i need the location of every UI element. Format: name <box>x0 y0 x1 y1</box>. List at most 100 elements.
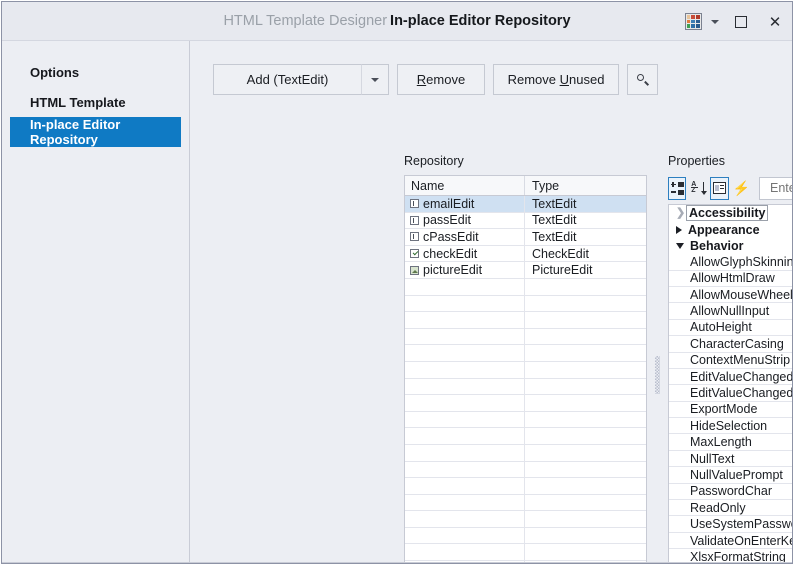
sidebar-item-in-place-editor-repository[interactable]: In-place Editor Repository <box>10 117 181 147</box>
close-icon: ✕ <box>768 13 782 31</box>
property-row[interactable]: EditValueChangedDelay0 <box>669 369 792 386</box>
categorized-sort-icon <box>670 181 684 195</box>
splitter-grip-icon <box>655 355 660 394</box>
events-button[interactable]: ⚡ <box>732 177 751 200</box>
table-row-empty[interactable] <box>405 411 646 429</box>
cell-type <box>525 462 646 478</box>
color-palette-grid-icon <box>684 13 702 30</box>
property-row[interactable]: AutoHeightFalse <box>669 320 792 337</box>
table-row-empty[interactable] <box>405 328 646 346</box>
table-row-empty[interactable] <box>405 345 646 362</box>
table-row-empty[interactable] <box>405 295 646 313</box>
table-row-empty[interactable] <box>405 428 646 445</box>
table-row[interactable]: emailEdit TextEdit <box>405 196 646 213</box>
table-row-empty[interactable] <box>405 494 646 512</box>
table-row[interactable]: checkEdit CheckEdit <box>405 245 646 263</box>
cell-type <box>525 412 646 428</box>
table-row-empty[interactable] <box>405 395 646 412</box>
property-name: UseSystemPasswordChar <box>669 516 792 531</box>
property-row[interactable]: PasswordChar <box>669 484 792 501</box>
remove-button[interactable]: Remove <box>397 64 485 95</box>
property-pages-button[interactable] <box>710 176 729 200</box>
remove-unused-button[interactable]: Remove Unused <box>493 64 619 95</box>
table-row-empty[interactable] <box>405 478 646 495</box>
panel-splitter[interactable] <box>652 175 663 563</box>
property-name: NullValuePrompt <box>669 467 792 482</box>
property-row[interactable]: UseSystemPasswordCharFalse <box>669 516 792 533</box>
property-row[interactable]: AllowMouseWheelTrue <box>669 287 792 304</box>
properties-list[interactable]: ❯ Accessibility Appearance Behavior AllowGly… <box>668 204 792 563</box>
properties-search-box[interactable] <box>759 176 792 200</box>
cell-name <box>405 544 525 561</box>
table-row-empty[interactable] <box>405 312 646 329</box>
table-row-empty[interactable] <box>405 544 646 562</box>
property-row[interactable]: ValidateOnEnterKeyFalse <box>669 533 792 550</box>
cell-name <box>405 511 525 527</box>
property-row[interactable]: HideSelectionTrue <box>669 418 792 435</box>
table-row-empty[interactable] <box>405 378 646 396</box>
repository-grid[interactable]: Name Type emailEdit TextEdit passEdit TextE… <box>404 175 647 563</box>
property-name: PasswordChar <box>669 484 792 499</box>
sidebar-item-label: HTML Template <box>30 94 126 110</box>
property-row[interactable]: EditValueChangedFiringModeDefault <box>669 385 792 402</box>
cell-name-label: cPassEdit <box>423 229 479 244</box>
cell-type <box>525 296 646 312</box>
property-name: AllowMouseWheel <box>669 287 792 302</box>
cell-name: cPassEdit <box>405 229 525 245</box>
property-name: AllowNullInput <box>669 303 792 318</box>
table-row-empty[interactable] <box>405 278 646 296</box>
close-window-button[interactable]: ✕ <box>758 2 792 41</box>
add-button[interactable]: Add (TextEdit) <box>213 64 361 95</box>
palette-button[interactable] <box>680 2 706 41</box>
column-header-name[interactable]: Name <box>405 176 525 195</box>
cell-name <box>405 328 525 345</box>
property-row[interactable]: ExportModeDefault <box>669 402 792 419</box>
table-row[interactable]: cPassEdit TextEdit <box>405 229 646 246</box>
property-name: AllowGlyphSkinning <box>669 254 792 269</box>
cell-type <box>525 379 646 395</box>
search-input[interactable] <box>768 180 792 196</box>
table-row-empty[interactable] <box>405 527 646 545</box>
restore-window-button[interactable] <box>724 2 758 41</box>
properties-rows: ❯ Accessibility Appearance Behavior AllowGly… <box>669 205 792 563</box>
property-name: EditValueChangedFiringMode <box>669 385 792 400</box>
table-row-empty[interactable] <box>405 361 646 379</box>
table-row-empty[interactable] <box>405 444 646 462</box>
property-row[interactable]: ReadOnlyFalse <box>669 500 792 517</box>
add-dropdown-button[interactable] <box>361 64 389 95</box>
property-row[interactable]: AllowNullInputDefault <box>669 303 792 320</box>
property-row[interactable]: CharacterCasingNormal <box>669 336 792 353</box>
palette-dropdown-button[interactable] <box>706 2 724 41</box>
property-category-behavior[interactable]: Behavior <box>669 238 792 254</box>
property-category-appearance[interactable]: Appearance <box>669 221 792 237</box>
property-category-accessibility[interactable]: ❯ Accessibility <box>669 205 792 222</box>
categorized-sort-button[interactable] <box>668 176 687 200</box>
property-row[interactable]: NullValuePromptEmail Address <box>669 467 792 484</box>
cell-type <box>525 279 646 295</box>
cell-type <box>525 544 646 560</box>
cell-name-label: emailEdit <box>423 196 475 211</box>
column-header-type[interactable]: Type <box>525 176 646 195</box>
property-row[interactable]: AllowHtmlDrawDefault <box>669 271 792 287</box>
table-row[interactable]: passEdit TextEdit <box>405 212 646 230</box>
property-name: CharacterCasing <box>669 336 792 351</box>
cell-name: checkEdit <box>405 245 525 262</box>
cell-name-label: pictureEdit <box>423 263 483 278</box>
cell-name <box>405 494 525 511</box>
sidebar: Options HTML Template In-place Editor Re… <box>2 41 190 563</box>
add-split-button: Add (TextEdit) <box>213 64 389 95</box>
find-button[interactable] <box>627 64 658 95</box>
table-row-empty[interactable] <box>405 511 646 528</box>
alphabetical-sort-button[interactable]: AZ <box>689 177 707 200</box>
property-row[interactable]: AllowGlyphSkinningDefault <box>669 254 792 271</box>
sidebar-item-html-template[interactable]: HTML Template <box>10 87 181 117</box>
repository-toolbar: Add (TextEdit) Remove Remove Unused <box>213 64 658 95</box>
property-name: ContextMenuStrip <box>669 353 792 368</box>
cell-type <box>525 511 646 527</box>
table-row-empty[interactable] <box>405 461 646 479</box>
property-row[interactable]: NullText <box>669 451 792 468</box>
table-row[interactable]: pictureEdit PictureEdit <box>405 262 646 279</box>
property-row[interactable]: MaxLength0 <box>669 434 792 451</box>
sidebar-item-options[interactable]: Options <box>10 57 181 87</box>
property-row[interactable]: ContextMenuStrip(none) <box>669 353 792 369</box>
